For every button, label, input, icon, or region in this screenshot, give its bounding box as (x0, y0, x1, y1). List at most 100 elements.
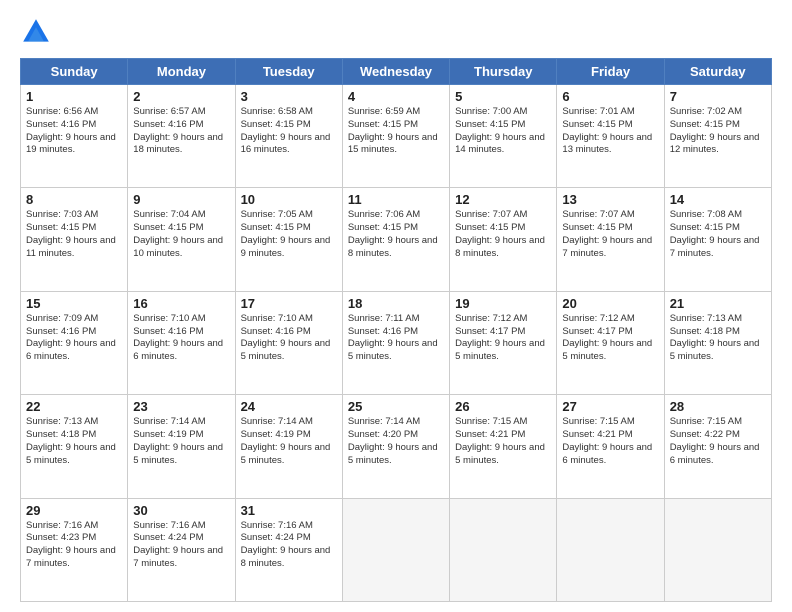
day-number: 6 (562, 89, 658, 104)
day-number: 12 (455, 192, 551, 207)
day-cell: 23 Sunrise: 7:14 AM Sunset: 4:19 PM Dayl… (128, 395, 235, 498)
logo (20, 16, 58, 48)
day-cell: 31 Sunrise: 7:16 AM Sunset: 4:24 PM Dayl… (235, 498, 342, 601)
week-row-1: 1 Sunrise: 6:56 AM Sunset: 4:16 PM Dayli… (21, 85, 772, 188)
day-cell: 9 Sunrise: 7:04 AM Sunset: 4:15 PM Dayli… (128, 188, 235, 291)
day-number: 15 (26, 296, 122, 311)
day-cell (342, 498, 449, 601)
day-cell: 14 Sunrise: 7:08 AM Sunset: 4:15 PM Dayl… (664, 188, 771, 291)
day-cell: 11 Sunrise: 7:06 AM Sunset: 4:15 PM Dayl… (342, 188, 449, 291)
week-row-2: 8 Sunrise: 7:03 AM Sunset: 4:15 PM Dayli… (21, 188, 772, 291)
day-info: Sunrise: 7:10 AM Sunset: 4:16 PM Dayligh… (241, 313, 337, 364)
day-info: Sunrise: 7:14 AM Sunset: 4:19 PM Dayligh… (133, 416, 229, 467)
day-cell: 4 Sunrise: 6:59 AM Sunset: 4:15 PM Dayli… (342, 85, 449, 188)
day-cell: 26 Sunrise: 7:15 AM Sunset: 4:21 PM Dayl… (450, 395, 557, 498)
day-info: Sunrise: 7:04 AM Sunset: 4:15 PM Dayligh… (133, 209, 229, 260)
day-cell: 12 Sunrise: 7:07 AM Sunset: 4:15 PM Dayl… (450, 188, 557, 291)
day-number: 3 (241, 89, 337, 104)
day-info: Sunrise: 6:57 AM Sunset: 4:16 PM Dayligh… (133, 106, 229, 157)
day-info: Sunrise: 7:00 AM Sunset: 4:15 PM Dayligh… (455, 106, 551, 157)
day-cell: 22 Sunrise: 7:13 AM Sunset: 4:18 PM Dayl… (21, 395, 128, 498)
day-number: 17 (241, 296, 337, 311)
day-number: 23 (133, 399, 229, 414)
week-row-4: 22 Sunrise: 7:13 AM Sunset: 4:18 PM Dayl… (21, 395, 772, 498)
day-info: Sunrise: 7:16 AM Sunset: 4:24 PM Dayligh… (241, 520, 337, 571)
col-header-tuesday: Tuesday (235, 59, 342, 85)
day-cell: 1 Sunrise: 6:56 AM Sunset: 4:16 PM Dayli… (21, 85, 128, 188)
day-info: Sunrise: 7:07 AM Sunset: 4:15 PM Dayligh… (455, 209, 551, 260)
day-info: Sunrise: 6:59 AM Sunset: 4:15 PM Dayligh… (348, 106, 444, 157)
day-cell: 21 Sunrise: 7:13 AM Sunset: 4:18 PM Dayl… (664, 291, 771, 394)
day-number: 20 (562, 296, 658, 311)
day-info: Sunrise: 7:09 AM Sunset: 4:16 PM Dayligh… (26, 313, 122, 364)
day-number: 25 (348, 399, 444, 414)
day-cell: 7 Sunrise: 7:02 AM Sunset: 4:15 PM Dayli… (664, 85, 771, 188)
day-cell: 6 Sunrise: 7:01 AM Sunset: 4:15 PM Dayli… (557, 85, 664, 188)
day-number: 11 (348, 192, 444, 207)
day-number: 2 (133, 89, 229, 104)
day-cell (664, 498, 771, 601)
day-number: 13 (562, 192, 658, 207)
day-number: 5 (455, 89, 551, 104)
day-info: Sunrise: 6:58 AM Sunset: 4:15 PM Dayligh… (241, 106, 337, 157)
day-cell: 5 Sunrise: 7:00 AM Sunset: 4:15 PM Dayli… (450, 85, 557, 188)
day-number: 21 (670, 296, 766, 311)
day-info: Sunrise: 7:13 AM Sunset: 4:18 PM Dayligh… (26, 416, 122, 467)
day-number: 4 (348, 89, 444, 104)
day-info: Sunrise: 7:14 AM Sunset: 4:19 PM Dayligh… (241, 416, 337, 467)
day-cell: 27 Sunrise: 7:15 AM Sunset: 4:21 PM Dayl… (557, 395, 664, 498)
day-cell (450, 498, 557, 601)
day-cell: 28 Sunrise: 7:15 AM Sunset: 4:22 PM Dayl… (664, 395, 771, 498)
day-cell: 10 Sunrise: 7:05 AM Sunset: 4:15 PM Dayl… (235, 188, 342, 291)
calendar-header-row: SundayMondayTuesdayWednesdayThursdayFrid… (21, 59, 772, 85)
day-info: Sunrise: 7:15 AM Sunset: 4:21 PM Dayligh… (562, 416, 658, 467)
day-number: 14 (670, 192, 766, 207)
day-cell: 17 Sunrise: 7:10 AM Sunset: 4:16 PM Dayl… (235, 291, 342, 394)
day-number: 28 (670, 399, 766, 414)
day-cell: 18 Sunrise: 7:11 AM Sunset: 4:16 PM Dayl… (342, 291, 449, 394)
day-number: 18 (348, 296, 444, 311)
day-info: Sunrise: 6:56 AM Sunset: 4:16 PM Dayligh… (26, 106, 122, 157)
col-header-monday: Monday (128, 59, 235, 85)
week-row-5: 29 Sunrise: 7:16 AM Sunset: 4:23 PM Dayl… (21, 498, 772, 601)
day-number: 1 (26, 89, 122, 104)
day-cell: 3 Sunrise: 6:58 AM Sunset: 4:15 PM Dayli… (235, 85, 342, 188)
day-cell: 2 Sunrise: 6:57 AM Sunset: 4:16 PM Dayli… (128, 85, 235, 188)
day-number: 24 (241, 399, 337, 414)
col-header-saturday: Saturday (664, 59, 771, 85)
day-cell: 8 Sunrise: 7:03 AM Sunset: 4:15 PM Dayli… (21, 188, 128, 291)
day-info: Sunrise: 7:16 AM Sunset: 4:23 PM Dayligh… (26, 520, 122, 571)
week-row-3: 15 Sunrise: 7:09 AM Sunset: 4:16 PM Dayl… (21, 291, 772, 394)
day-info: Sunrise: 7:12 AM Sunset: 4:17 PM Dayligh… (455, 313, 551, 364)
day-cell: 24 Sunrise: 7:14 AM Sunset: 4:19 PM Dayl… (235, 395, 342, 498)
day-cell: 19 Sunrise: 7:12 AM Sunset: 4:17 PM Dayl… (450, 291, 557, 394)
day-number: 16 (133, 296, 229, 311)
day-info: Sunrise: 7:12 AM Sunset: 4:17 PM Dayligh… (562, 313, 658, 364)
day-info: Sunrise: 7:16 AM Sunset: 4:24 PM Dayligh… (133, 520, 229, 571)
day-number: 10 (241, 192, 337, 207)
day-number: 31 (241, 503, 337, 518)
day-number: 26 (455, 399, 551, 414)
col-header-friday: Friday (557, 59, 664, 85)
day-info: Sunrise: 7:10 AM Sunset: 4:16 PM Dayligh… (133, 313, 229, 364)
day-info: Sunrise: 7:08 AM Sunset: 4:15 PM Dayligh… (670, 209, 766, 260)
day-info: Sunrise: 7:14 AM Sunset: 4:20 PM Dayligh… (348, 416, 444, 467)
day-info: Sunrise: 7:03 AM Sunset: 4:15 PM Dayligh… (26, 209, 122, 260)
page: SundayMondayTuesdayWednesdayThursdayFrid… (0, 0, 792, 612)
day-number: 7 (670, 89, 766, 104)
day-number: 19 (455, 296, 551, 311)
day-info: Sunrise: 7:05 AM Sunset: 4:15 PM Dayligh… (241, 209, 337, 260)
header (20, 16, 772, 48)
day-number: 8 (26, 192, 122, 207)
day-number: 30 (133, 503, 229, 518)
logo-icon (20, 16, 52, 48)
day-cell: 13 Sunrise: 7:07 AM Sunset: 4:15 PM Dayl… (557, 188, 664, 291)
day-cell (557, 498, 664, 601)
day-info: Sunrise: 7:15 AM Sunset: 4:22 PM Dayligh… (670, 416, 766, 467)
day-cell: 15 Sunrise: 7:09 AM Sunset: 4:16 PM Dayl… (21, 291, 128, 394)
day-info: Sunrise: 7:11 AM Sunset: 4:16 PM Dayligh… (348, 313, 444, 364)
day-cell: 30 Sunrise: 7:16 AM Sunset: 4:24 PM Dayl… (128, 498, 235, 601)
day-number: 29 (26, 503, 122, 518)
day-info: Sunrise: 7:13 AM Sunset: 4:18 PM Dayligh… (670, 313, 766, 364)
col-header-wednesday: Wednesday (342, 59, 449, 85)
